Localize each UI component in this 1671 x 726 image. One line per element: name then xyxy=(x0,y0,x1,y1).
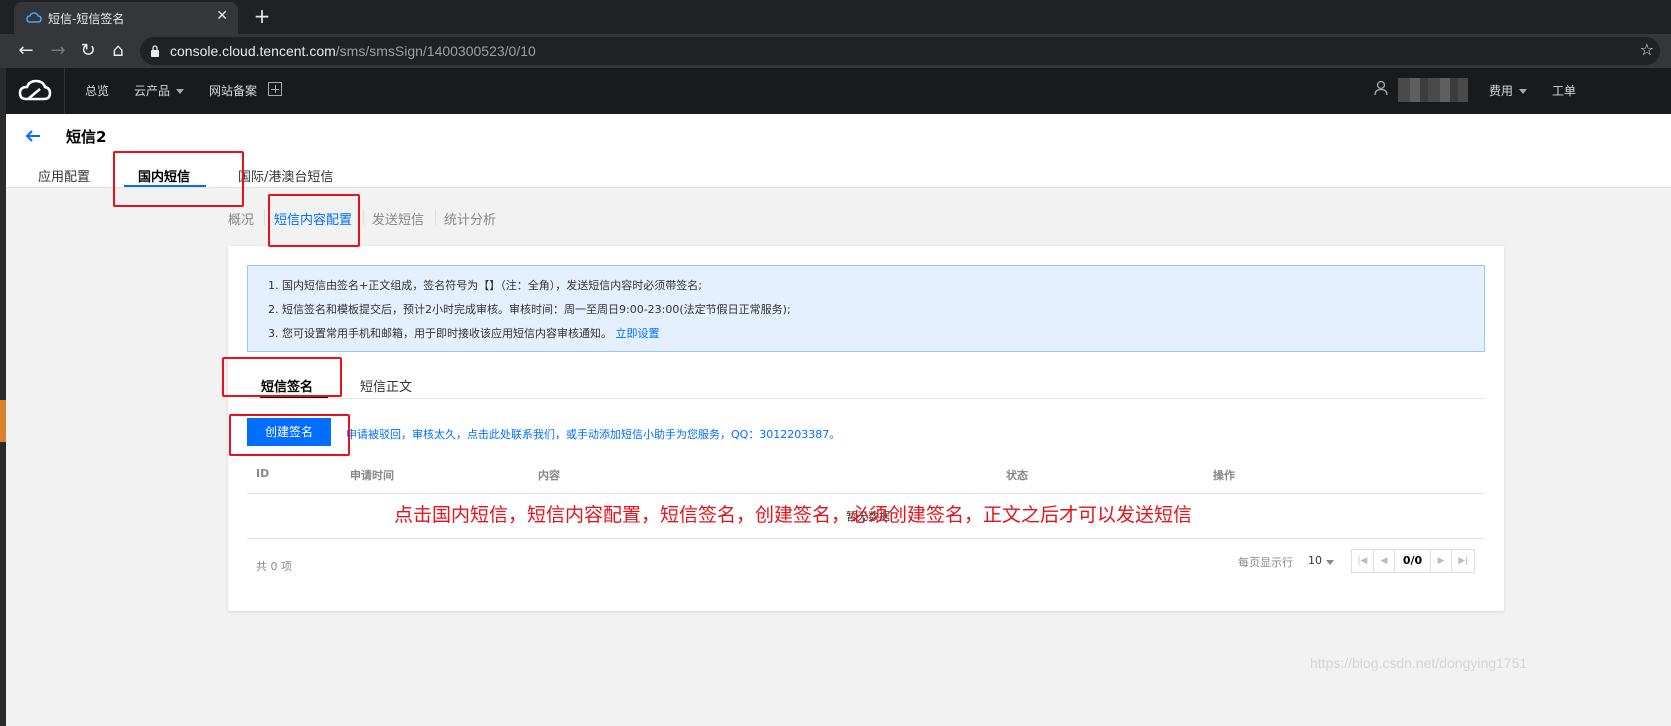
blurred-username xyxy=(1398,78,1468,102)
address-bar[interactable]: console.cloud.tencent.com/sms/smsSign/14… xyxy=(140,37,1660,65)
browser-tab[interactable]: 短信-短信签名 ✕ xyxy=(14,2,238,34)
subnav-send-sms[interactable]: 发送短信 xyxy=(372,209,424,228)
chevron-down-icon[interactable] xyxy=(1326,560,1334,565)
page-size-label: 每页显示行 xyxy=(1238,556,1293,569)
contact-help-link[interactable]: 申请被驳回，审核太久，点击此处联系我们，或手动添加短信小助手为您服务，QQ：30… xyxy=(346,426,840,442)
subnav-divider xyxy=(264,209,265,225)
highlight-box-create-signature xyxy=(229,414,350,456)
nav-website-filing[interactable]: 网站备案 xyxy=(209,82,257,99)
prev-page-icon[interactable]: ◀ xyxy=(1374,550,1396,572)
tab-sms-body[interactable]: 短信正文 xyxy=(360,376,412,395)
console-top-nav: 总览 云产品 网站备案 费用 工单 xyxy=(6,68,1671,114)
browser-tab-bar: 短信-短信签名 ✕ + xyxy=(0,0,1671,34)
home-icon[interactable]: ⌂ xyxy=(106,39,130,63)
tab-international-sms[interactable]: 国际/港澳台短信 xyxy=(238,166,333,185)
bookmark-star-icon[interactable]: ☆ xyxy=(1640,40,1654,59)
watermark: https://blog.csdn.net/dongying1751 xyxy=(1310,655,1528,671)
user-icon[interactable] xyxy=(1374,80,1388,96)
next-page-icon[interactable]: ▶ xyxy=(1431,550,1453,572)
nav-tickets[interactable]: 工单 xyxy=(1552,82,1576,99)
nav-billing[interactable]: 费用 xyxy=(1489,82,1528,99)
page-size-select[interactable]: 10 xyxy=(1308,554,1322,567)
page-header: 短信2 应用配置 国内短信 国际/港澳台短信 xyxy=(6,114,1671,188)
nav-billing-label: 费用 xyxy=(1489,84,1514,98)
nav-cloud-products[interactable]: 云产品 xyxy=(134,82,185,99)
column-header-id: ID xyxy=(256,467,270,480)
first-page-icon[interactable]: |◀ xyxy=(1352,550,1374,572)
lock-icon xyxy=(151,45,159,57)
highlight-box-domestic-sms xyxy=(113,151,244,207)
new-tab-plus-icon[interactable]: + xyxy=(250,4,274,28)
reload-icon[interactable]: ↻ xyxy=(76,39,100,63)
total-count: 共 0 项 xyxy=(256,560,292,573)
tencent-cloud-logo-icon[interactable] xyxy=(18,77,52,105)
notice-line: 1. 国内短信由签名+正文组成，签名符号为【】（注：全角），发送短信内容时必须带… xyxy=(268,279,702,292)
url-text: console.cloud.tencent.com/sms/smsSign/14… xyxy=(170,43,536,59)
column-header-apply-time: 申请时间 xyxy=(350,469,394,482)
table-bottom-divider xyxy=(247,538,1485,539)
nav-overview[interactable]: 总览 xyxy=(85,82,109,99)
browser-toolbar: ← → ↻ ⌂ console.cloud.tencent.com/sms/sm… xyxy=(0,34,1671,68)
forward-arrow-icon[interactable]: → xyxy=(46,39,70,63)
notice-line: 2. 短信签名和模板提交后，预计2小时完成审核。审核时间：周一至周日9:00-2… xyxy=(268,303,791,316)
tab-title: 短信-短信签名 xyxy=(48,12,125,26)
annotation-text: 点击国内短信，短信内容配置，短信签名，创建签名，必须创建签名，正文之后才可以发送… xyxy=(394,504,1193,526)
nav-cloud-products-label: 云产品 xyxy=(134,84,171,98)
left-edge-marker xyxy=(0,400,6,442)
subnav-overview[interactable]: 概况 xyxy=(228,209,254,228)
highlight-box-content-config xyxy=(268,194,360,247)
url-host: console.cloud.tencent.com xyxy=(170,43,336,59)
back-arrow-icon[interactable]: ← xyxy=(14,39,38,63)
info-notice: 1. 国内短信由签名+正文组成，签名符号为【】（注：全角），发送短信内容时必须带… xyxy=(247,265,1485,352)
highlight-box-sms-signature xyxy=(222,357,342,397)
page-title: 短信2 xyxy=(66,128,107,146)
tab-app-config[interactable]: 应用配置 xyxy=(38,166,90,185)
chevron-down-icon xyxy=(1519,89,1528,94)
subnav-divider xyxy=(435,209,436,225)
notice-line-text: 3. 您可设置常用手机和邮箱，用于即时接收该应用短信内容审核通知。 xyxy=(268,327,612,340)
column-header-status: 状态 xyxy=(1006,469,1028,482)
add-shortcut-icon[interactable] xyxy=(268,82,282,96)
logo-separator xyxy=(64,68,65,114)
table-header-divider xyxy=(247,493,1485,494)
tencent-cloud-favicon-icon xyxy=(26,12,42,23)
subnav-statistics[interactable]: 统计分析 xyxy=(444,209,496,228)
url-path: /sms/smsSign/1400300523/0/10 xyxy=(335,43,536,59)
subnav-divider xyxy=(363,209,364,225)
close-icon[interactable]: ✕ xyxy=(216,8,228,24)
content-card: 1. 国内短信由签名+正文组成，签名符号为【】（注：全角），发送短信内容时必须带… xyxy=(228,246,1504,611)
back-arrow-icon[interactable] xyxy=(24,127,42,145)
page-indicator: 0/0 xyxy=(1395,550,1431,572)
pagination: |◀ ◀ 0/0 ▶ ▶| xyxy=(1351,549,1475,573)
chevron-down-icon xyxy=(176,89,185,94)
notice-line: 3. 您可设置常用手机和邮箱，用于即时接收该应用短信内容审核通知。 立即设置 xyxy=(268,325,660,341)
column-header-content: 内容 xyxy=(538,469,560,482)
subtab-divider xyxy=(247,398,1485,399)
column-header-actions: 操作 xyxy=(1213,469,1235,482)
settings-link[interactable]: 立即设置 xyxy=(616,327,660,340)
last-page-icon[interactable]: ▶| xyxy=(1452,550,1474,572)
